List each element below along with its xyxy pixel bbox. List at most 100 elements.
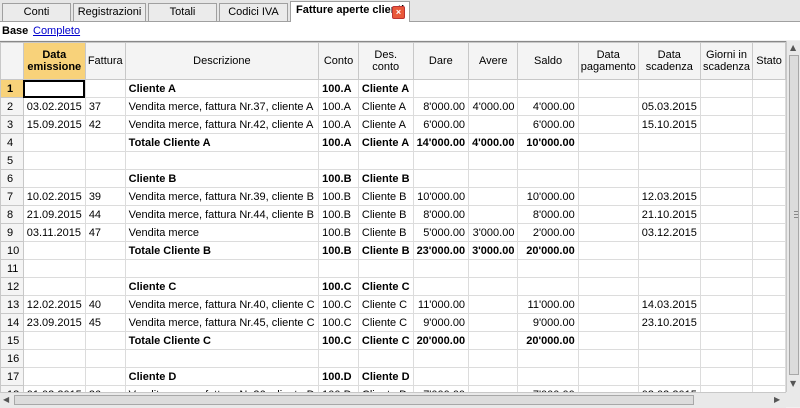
cell-stato[interactable] bbox=[752, 205, 786, 224]
col-header-data-pagamento[interactable]: Data pagamento bbox=[577, 42, 639, 80]
table-row[interactable]: 13 12.02.2015 40 Vendita merce, fattura Nr.… bbox=[0, 295, 786, 314]
cell-conto[interactable]: 100.C bbox=[318, 313, 359, 332]
row-number[interactable]: 8 bbox=[0, 205, 24, 224]
cell-descrizione[interactable]: Cliente D bbox=[124, 367, 320, 386]
row-number[interactable]: 6 bbox=[0, 169, 24, 188]
cell-fattura[interactable] bbox=[84, 169, 126, 188]
cell-data-emissione[interactable]: 21.09.2015 bbox=[22, 205, 86, 224]
col-header-descrizione[interactable]: Descrizione bbox=[124, 42, 320, 80]
row-number[interactable]: 16 bbox=[0, 349, 24, 368]
cell-descrizione[interactable]: Totale Cliente C bbox=[124, 331, 320, 350]
cell-fattura[interactable] bbox=[84, 259, 126, 278]
cell-giorni-in-scadenza[interactable] bbox=[699, 259, 754, 278]
cell-saldo[interactable]: 2'000.00 bbox=[517, 223, 579, 242]
cell-avere[interactable] bbox=[468, 295, 519, 314]
cell-data-scadenza[interactable] bbox=[637, 367, 701, 386]
cell-data-emissione[interactable] bbox=[22, 169, 86, 188]
cell-data-emissione[interactable]: 23.09.2015 bbox=[22, 313, 86, 332]
cell-data-pagamento[interactable] bbox=[577, 133, 639, 152]
cell-fattura[interactable] bbox=[84, 151, 126, 170]
cell-data-scadenza[interactable]: 23.10.2015 bbox=[637, 313, 701, 332]
cell-saldo[interactable]: 20'000.00 bbox=[517, 241, 579, 260]
cell-des-conto[interactable]: Cliente C bbox=[357, 331, 414, 350]
cell-dare[interactable] bbox=[412, 367, 470, 386]
cell-giorni-in-scadenza[interactable] bbox=[699, 313, 754, 332]
cell-des-conto[interactable]: Cliente B bbox=[357, 223, 414, 242]
table-row[interactable]: 15 Totale Cliente C 100.C Cliente C 20'000.0… bbox=[0, 331, 786, 350]
cell-dare[interactable]: 10'000.00 bbox=[412, 187, 470, 206]
view-full-link[interactable]: Completo bbox=[33, 25, 80, 37]
cell-data-pagamento[interactable] bbox=[577, 241, 639, 260]
row-number[interactable]: 9 bbox=[0, 223, 24, 242]
cell-data-scadenza[interactable]: 03.12.2015 bbox=[637, 223, 701, 242]
cell-dare[interactable] bbox=[412, 259, 470, 278]
cell-dare[interactable]: 8'000.00 bbox=[412, 97, 470, 116]
row-number[interactable]: 17 bbox=[0, 367, 24, 386]
cell-dare[interactable]: 11'000.00 bbox=[412, 295, 470, 314]
cell-data-scadenza[interactable] bbox=[637, 241, 701, 260]
row-number[interactable]: 14 bbox=[0, 313, 24, 332]
cell-saldo[interactable]: 8'000.00 bbox=[517, 205, 579, 224]
cell-descrizione[interactable]: Vendita merce, fattura Nr.45, cliente C bbox=[124, 313, 320, 332]
row-number[interactable]: 15 bbox=[0, 331, 24, 350]
cell-data-pagamento[interactable] bbox=[577, 223, 639, 242]
cell-avere[interactable]: 4'000.00 bbox=[468, 133, 519, 152]
cell-descrizione[interactable] bbox=[124, 259, 320, 278]
cell-data-scadenza[interactable] bbox=[637, 277, 701, 296]
table-row[interactable]: 1 Cliente A 100.A Cliente A bbox=[0, 79, 786, 98]
cell-saldo[interactable] bbox=[517, 169, 579, 188]
row-number[interactable]: 2 bbox=[0, 97, 24, 116]
cell-stato[interactable] bbox=[752, 367, 786, 386]
cell-giorni-in-scadenza[interactable] bbox=[699, 115, 754, 134]
cell-des-conto[interactable] bbox=[357, 259, 414, 278]
cell-fattura[interactable]: 45 bbox=[84, 313, 126, 332]
row-number[interactable]: 13 bbox=[0, 295, 24, 314]
cell-data-emissione[interactable] bbox=[22, 259, 86, 278]
cell-data-emissione[interactable] bbox=[22, 133, 86, 152]
scroll-right-icon[interactable]: ▶ bbox=[774, 395, 780, 405]
tab-registrazioni[interactable]: Registrazioni bbox=[73, 3, 146, 21]
tab-codici-iva[interactable]: Codici IVA bbox=[219, 3, 288, 21]
cell-data-pagamento[interactable] bbox=[577, 331, 639, 350]
cell-fattura[interactable]: 40 bbox=[84, 295, 126, 314]
cell-des-conto[interactable]: Cliente B bbox=[357, 187, 414, 206]
cell-giorni-in-scadenza[interactable] bbox=[699, 187, 754, 206]
cell-fattura[interactable] bbox=[84, 79, 126, 98]
cell-avere[interactable]: 3'000.00 bbox=[468, 223, 519, 242]
cell-dare[interactable]: 14'000.00 bbox=[412, 133, 470, 152]
table-row[interactable]: 2 03.02.2015 37 Vendita merce, fattura Nr.3… bbox=[0, 97, 786, 116]
cell-data-pagamento[interactable] bbox=[577, 205, 639, 224]
scroll-left-icon[interactable]: ◀ bbox=[3, 395, 9, 405]
cell-saldo[interactable]: 4'000.00 bbox=[517, 97, 579, 116]
cell-dare[interactable]: 8'000.00 bbox=[412, 205, 470, 224]
cell-data-pagamento[interactable] bbox=[577, 259, 639, 278]
col-header-conto[interactable]: Conto bbox=[318, 42, 359, 80]
cell-conto[interactable]: 100.B bbox=[318, 223, 359, 242]
cell-fattura[interactable]: 47 bbox=[84, 223, 126, 242]
row-number[interactable]: 11 bbox=[0, 259, 24, 278]
cell-data-pagamento[interactable] bbox=[577, 187, 639, 206]
cell-dare[interactable]: 6'000.00 bbox=[412, 115, 470, 134]
cell-data-scadenza[interactable] bbox=[637, 259, 701, 278]
cell-conto[interactable] bbox=[318, 151, 359, 170]
col-header-data-emissione[interactable]: Data emissione bbox=[22, 42, 86, 80]
col-header-des-conto[interactable]: Des. conto bbox=[357, 42, 414, 80]
cell-data-scadenza[interactable]: 12.03.2015 bbox=[637, 187, 701, 206]
cell-data-emissione[interactable]: 12.02.2015 bbox=[22, 295, 86, 314]
col-header-giorni-in-scadenza[interactable]: Giorni in scadenza bbox=[699, 42, 754, 80]
cell-descrizione[interactable]: Vendita merce, fattura Nr.40, cliente C bbox=[124, 295, 320, 314]
cell-avere[interactable] bbox=[468, 277, 519, 296]
row-number[interactable]: 3 bbox=[0, 115, 24, 134]
cell-descrizione[interactable]: Vendita merce, fattura Nr.44, cliente B bbox=[124, 205, 320, 224]
table-row[interactable]: 3 15.09.2015 42 Vendita merce, fattura Nr.4… bbox=[0, 115, 786, 134]
cell-dare[interactable] bbox=[412, 349, 470, 368]
scroll-up-icon[interactable]: ▲ bbox=[790, 43, 796, 53]
cell-conto[interactable]: 100.C bbox=[318, 331, 359, 350]
table-row[interactable]: 17 Cliente D 100.D Cliente D bbox=[0, 367, 786, 386]
cell-des-conto[interactable] bbox=[357, 151, 414, 170]
cell-avere[interactable] bbox=[468, 331, 519, 350]
row-number[interactable]: 10 bbox=[0, 241, 24, 260]
cell-stato[interactable] bbox=[752, 151, 786, 170]
cell-des-conto[interactable]: Cliente C bbox=[357, 313, 414, 332]
cell-stato[interactable] bbox=[752, 277, 786, 296]
